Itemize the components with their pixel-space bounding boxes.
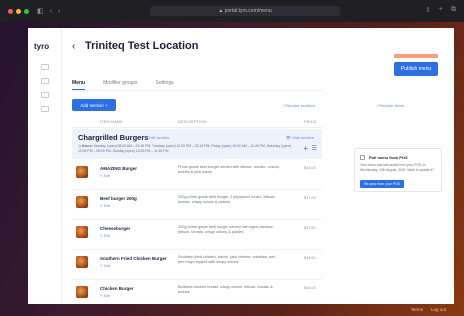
item-price: $17.00 bbox=[304, 196, 316, 200]
info-icon bbox=[360, 155, 365, 160]
nav-reports-icon[interactable] bbox=[41, 106, 49, 112]
item-thumbnail bbox=[76, 286, 88, 298]
list-item[interactable]: Beef burger 200g ✎ Edit 200g prime grade… bbox=[72, 190, 322, 220]
item-name: Chicken Burger bbox=[100, 286, 134, 291]
list-item[interactable]: Cheeseburger ✎ Edit 200g prime grade bee… bbox=[72, 220, 322, 250]
browser-toolbar: ◧ ‹ › ▲ portal.tyro.com/menu ⇧ + ⧉ bbox=[0, 0, 464, 22]
edit-item-link[interactable]: ✎ Edit bbox=[100, 264, 110, 268]
address-bar[interactable]: ▲ portal.tyro.com/menu bbox=[150, 6, 340, 16]
publish-menu-button[interactable]: Publish menu bbox=[394, 62, 438, 76]
item-description: Buttered chicken breast, crispy onions, … bbox=[178, 285, 273, 294]
item-name: Southern Fried Chicken Burger bbox=[100, 256, 167, 261]
nav-home-icon[interactable] bbox=[41, 64, 49, 70]
item-thumbnail bbox=[76, 196, 88, 208]
item-thumbnail bbox=[76, 226, 88, 238]
back-chevron-icon[interactable]: ‹ bbox=[72, 41, 75, 52]
app-window: tyro ‹ Triniteq Test Location Publish me… bbox=[28, 28, 454, 304]
add-item-icon[interactable]: + bbox=[303, 144, 308, 153]
pos-sync-text: Your menu was last pulled from your POS … bbox=[360, 163, 434, 172]
minimize-window-button[interactable] bbox=[16, 8, 21, 14]
edit-item-link[interactable]: ✎ Edit bbox=[100, 174, 110, 178]
item-price: $18.50 bbox=[304, 256, 316, 260]
item-name: Beef burger 200g bbox=[100, 196, 137, 201]
item-description: Southern fried chicken, bacon, jack chee… bbox=[178, 255, 276, 264]
tab-settings[interactable]: Settings bbox=[156, 80, 174, 90]
item-description: 200g prime grade beef burger served with… bbox=[178, 225, 274, 234]
item-description: 200g prime grade beef burger, 2 pepperon… bbox=[178, 195, 276, 204]
tab-modifier-groups[interactable]: Modifier groups bbox=[103, 80, 137, 90]
close-window-button[interactable] bbox=[8, 8, 13, 14]
pos-sync-title: Pull menu from POS bbox=[369, 155, 408, 160]
item-price: $16.00 bbox=[304, 286, 316, 290]
sidebar-toggle-icon[interactable]: ◧ bbox=[37, 7, 44, 15]
column-header-price: PRICE bbox=[304, 120, 317, 124]
footer-links: Terms Log out bbox=[411, 307, 446, 312]
list-item[interactable]: AMAZING Burger ✎ Edit Prime grade beef b… bbox=[72, 160, 322, 190]
item-name: Cheeseburger bbox=[100, 226, 131, 231]
column-header-description: DESCRIPTION bbox=[178, 120, 207, 124]
item-description: Prime grade beef burger served with lett… bbox=[178, 165, 280, 174]
header-divider bbox=[72, 127, 322, 128]
reorder-items-link[interactable]: ↕ Reorder items bbox=[376, 103, 404, 108]
edit-item-link[interactable]: ✎ Edit bbox=[100, 294, 110, 298]
forward-arrow-icon[interactable]: › bbox=[58, 8, 60, 15]
item-thumbnail bbox=[76, 256, 88, 268]
hours-text: Monday (open) 08:00 AM – 01:45 PM, Tuesd… bbox=[78, 144, 291, 153]
section-title: Chargrilled Burgers bbox=[78, 133, 149, 142]
nav-menu-icon[interactable] bbox=[41, 92, 49, 98]
tab-bar: Menu Modifier groups Settings bbox=[72, 80, 174, 90]
tab-menu[interactable]: Menu bbox=[72, 80, 86, 90]
nav-orders-icon[interactable] bbox=[41, 78, 49, 84]
tabs-overview-icon[interactable]: ⧉ bbox=[451, 6, 456, 14]
share-icon[interactable]: ⇧ bbox=[425, 6, 431, 14]
section-options-icon[interactable]: ☰ bbox=[312, 145, 317, 152]
page-title: Triniteq Test Location bbox=[85, 40, 199, 52]
tyro-logo: tyro bbox=[34, 42, 50, 51]
status-banner bbox=[394, 54, 438, 58]
edit-item-link[interactable]: ✎ Edit bbox=[100, 204, 110, 208]
item-thumbnail bbox=[76, 166, 88, 178]
back-arrow-icon[interactable]: ‹ bbox=[50, 8, 52, 15]
item-price: $17.50 bbox=[304, 226, 316, 230]
item-name: AMAZING Burger bbox=[100, 166, 137, 171]
hide-section-link[interactable]: 👁 Hide section bbox=[286, 135, 314, 140]
column-header-name: ITEM NAME bbox=[100, 120, 123, 124]
section-hours: ◷ Hours: Monday (open) 08:00 AM – 01:45 … bbox=[78, 144, 300, 154]
list-item[interactable]: Southern Fried Chicken Burger ✎ Edit Sou… bbox=[72, 250, 322, 280]
add-section-button[interactable]: Add section + bbox=[72, 99, 116, 111]
hours-label: Hours: bbox=[81, 144, 93, 148]
list-item[interactable]: Chicken Burger ✎ Edit Buttered chicken b… bbox=[72, 280, 322, 304]
browser-actions: ⇧ + ⧉ bbox=[425, 6, 456, 14]
left-nav-rail: tyro bbox=[28, 28, 62, 304]
window-controls bbox=[8, 8, 29, 14]
menu-section: Chargrilled Burgers ✎ Edit section 👁 Hid… bbox=[72, 129, 322, 159]
logout-link[interactable]: Log out bbox=[431, 307, 446, 312]
edit-section-link[interactable]: ✎ Edit section bbox=[144, 135, 169, 140]
item-price: $14.00 bbox=[304, 166, 316, 170]
new-tab-icon[interactable]: + bbox=[439, 6, 443, 14]
resync-pos-button[interactable]: Re-sync from your POS bbox=[360, 180, 404, 188]
edit-item-link[interactable]: ✎ Edit bbox=[100, 234, 110, 238]
terms-link[interactable]: Terms bbox=[411, 307, 423, 312]
tab-divider bbox=[72, 90, 322, 91]
maximize-window-button[interactable] bbox=[24, 8, 29, 14]
pos-sync-card: Pull menu from POS Your menu was last pu… bbox=[354, 148, 442, 192]
reorder-sections-link[interactable]: ↕ Reorder sections bbox=[282, 103, 315, 108]
